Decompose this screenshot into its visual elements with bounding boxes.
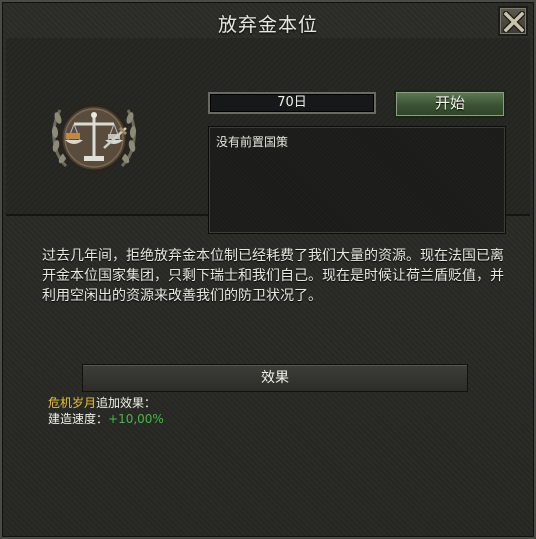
start-focus-button[interactable]: 开始 <box>394 90 506 118</box>
effect-construction-line: 建造速度：+10,00% <box>48 411 164 427</box>
modifier-name[interactable]: 危机岁月 <box>48 396 96 410</box>
prerequisites-text: 没有前置国策 <box>216 135 289 149</box>
modifier-suffix: 追加效果： <box>96 396 157 410</box>
focus-window: 放弃金本位 70日 开始 没有前置国策 过去几年间，拒绝放弃金本位制已经耗费了我… <box>0 0 536 539</box>
close-button[interactable] <box>498 6 528 36</box>
prerequisites-box: 没有前置国策 <box>208 126 506 234</box>
window-title: 放弃金本位 <box>217 14 318 36</box>
focus-description: 过去几年间，拒绝放弃金本位制已经耗费了我们大量的资源。现在法国已离开金本位国家集… <box>42 248 504 304</box>
effects-header: 效果 <box>82 364 468 392</box>
effects-list: 危机岁月追加效果： 建造速度：+10,00% <box>48 395 164 427</box>
close-icon <box>503 11 525 33</box>
effect-modifier-line: 危机岁月追加效果： <box>48 395 164 411</box>
construction-speed-value: +10,00% <box>108 412 164 426</box>
focus-details-panel: 70日 开始 没有前置国策 <box>6 38 530 234</box>
focus-duration: 70日 <box>208 92 376 114</box>
construction-speed-label: 建造速度： <box>48 412 109 426</box>
scales-of-justice-emblem-icon <box>51 103 137 173</box>
